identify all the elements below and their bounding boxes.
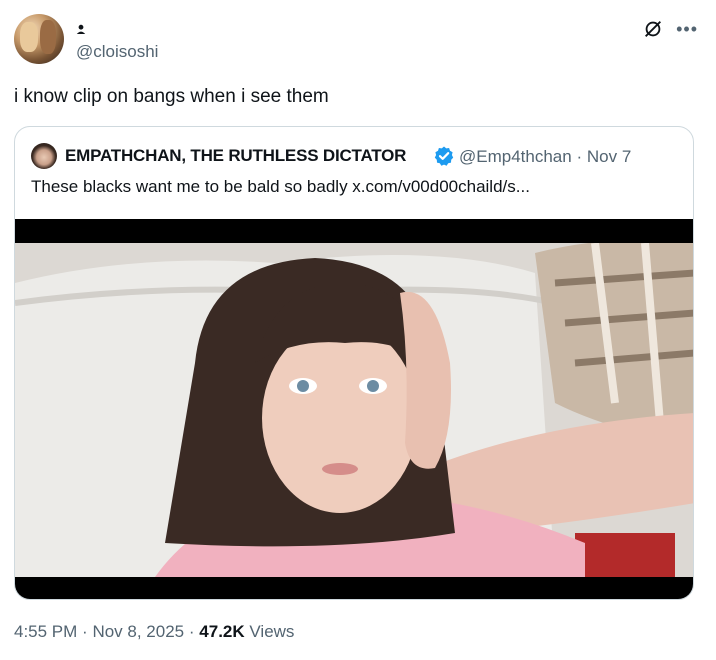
quote-separator: · [576,147,583,166]
tweet-date[interactable]: Nov 8, 2025 [92,622,184,641]
tweet-time[interactable]: 4:55 PM [14,622,77,641]
user-silhouette-icon [76,24,86,34]
video-frame-image [15,243,693,577]
more-icon[interactable]: ••• [676,20,698,38]
author-avatar[interactable] [14,14,64,64]
meta-separator: · [82,622,88,641]
quote-video[interactable] [15,219,693,599]
views-count: 47.2K [199,622,245,641]
meta-separator: · [188,622,195,641]
views-label: Views [249,622,295,641]
quote-author-name: EMPATHCHAN, THE RUTHLESS DICTATOR [65,146,407,165]
top-actions: ••• [642,18,698,40]
verified-badge-icon [434,146,454,166]
quoted-tweet[interactable]: EMPATHCHAN, THE RUTHLESS DICTATOR @Emp4t… [14,126,694,600]
author-handle[interactable]: @cloisoshi [76,42,158,62]
quote-avatar[interactable] [31,143,57,169]
grok-icon[interactable] [642,18,664,40]
quote-text: These blacks want me to be bald so badly… [31,177,530,196]
video-still-illustration [15,243,693,577]
quote-handle[interactable]: @Emp4thchan [459,147,572,166]
quote-handle-date: @Emp4thchan · Nov 7 [459,147,631,167]
tweet-meta: 4:55 PM · Nov 8, 2025 · 47.2K Views [14,622,294,642]
quote-date[interactable]: Nov 7 [587,147,631,166]
tweet-text: i know clip on bangs when i see them [14,86,329,107]
